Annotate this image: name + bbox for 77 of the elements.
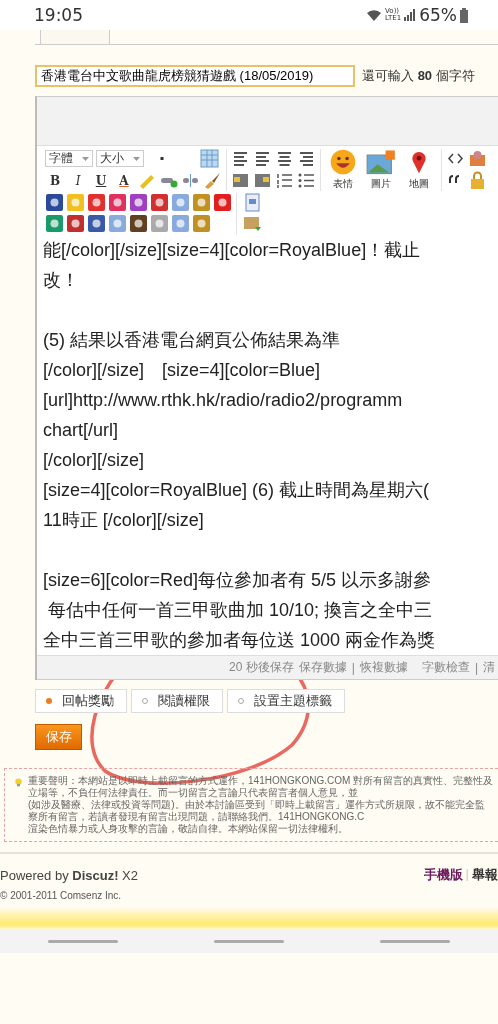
align-icon[interactable] [297, 149, 316, 168]
font-select[interactable]: 字體 [45, 150, 93, 167]
caret-icon [82, 156, 89, 161]
italic-button[interactable]: I [68, 171, 88, 190]
media-tile-icon[interactable] [108, 214, 127, 233]
font-color-button[interactable]: A [114, 171, 134, 190]
document-icon[interactable] [243, 193, 262, 212]
media-tile-icon[interactable] [45, 193, 64, 212]
editor-text-line: (5) 結果以香港電台網頁公佈結果為準 [43, 330, 340, 350]
separator: | [474, 660, 478, 675]
editor-text-line: [/color][/size] [size=4][color=Blue] [43, 360, 321, 380]
insert-button[interactable]: 表情 [325, 149, 361, 191]
image-icon [366, 149, 396, 175]
nav-bar-handle[interactable] [48, 939, 118, 943]
copyright-text: © 2001-2011 Comsenz Inc. [0, 890, 123, 901]
battery-icon [460, 7, 468, 23]
media-tile-icon[interactable] [192, 193, 211, 212]
media-tile-icon[interactable] [150, 214, 169, 233]
caret-icon [133, 156, 140, 161]
insert-button[interactable]: 地圖 [401, 149, 437, 191]
insert-button[interactable]: 圖片 [363, 149, 399, 191]
battery-percent: 65% [419, 5, 457, 25]
editor-text-line: 全中三首三甲歌的參加者每位送 1000 兩金作為獎 [43, 630, 436, 650]
disclaimer-text: (如涉及醫療、法律或投資等問題)。由於本討論區受到「即時上載留言」運作方式所規限，故不能完全監察所有留言，若讀者發現有留言出現問題，請聯絡我們。141HONGKONG.C [28, 799, 486, 823]
media-tile-icon[interactable] [87, 193, 106, 212]
editor-text-line: 能[/color][/size][size=4][color=RoyalBlue]！截止 [43, 240, 421, 260]
media-tile-icon[interactable] [108, 193, 127, 212]
align-icon[interactable] [231, 149, 250, 168]
align-icon[interactable] [275, 149, 294, 168]
editor-text-line: 每估中任何一首三甲歌曲加 10/10; 換言之全中三 [47, 600, 433, 620]
underline-button[interactable]: U [91, 171, 111, 190]
media-tile-icon[interactable] [192, 214, 211, 233]
editor-text-line: 改！ [43, 270, 79, 290]
media-tile-icon[interactable] [87, 214, 106, 233]
separator: | [351, 660, 355, 675]
bullet-list-icon[interactable] [297, 171, 316, 190]
editor-text-line: [size=6][color=Red]每位參加者有 5/5 以示多謝參 [43, 570, 432, 590]
nav-bar-handle[interactable] [214, 939, 284, 943]
option-tab[interactable]: 設置主題標籤 [227, 689, 345, 713]
media-tile-icon[interactable] [66, 214, 85, 233]
option-tab[interactable]: 回帖獎勵 [35, 689, 127, 713]
map-pin-icon [410, 149, 428, 175]
picture-download-icon[interactable] [243, 214, 262, 233]
size-select[interactable]: 大小 [96, 150, 144, 167]
media-tile-icon[interactable] [213, 193, 232, 212]
wifi-icon [366, 8, 383, 22]
nav-bar-handle[interactable] [380, 939, 450, 943]
footer-link[interactable]: 手機版 [423, 866, 463, 884]
editor-text-line: [size=4][color=RoyalBlue] (6) 截止時間為星期六( [43, 480, 430, 500]
char-counter: 還可輸入 80 個字符 [362, 67, 475, 85]
smiley-icon [330, 149, 356, 175]
footer-link[interactable]: 舉報 [472, 866, 498, 884]
float-left-icon[interactable] [231, 171, 250, 190]
float-right-icon[interactable] [253, 171, 272, 190]
media-tile-icon[interactable] [171, 214, 190, 233]
option-tab[interactable]: 閱讀權限 [131, 689, 223, 713]
disclaimer-text: 渲染色情暴力或人身攻擊的言論，敬請自律。本網站保留一切法律權利。 [28, 823, 350, 835]
media-tile-icon[interactable] [66, 193, 85, 212]
numbered-list-icon[interactable] [275, 171, 294, 190]
clock: 19:05 [34, 5, 84, 25]
bold-button[interactable]: B [45, 171, 65, 190]
editor-text-line: 11時正 [/color][/size] [43, 510, 204, 530]
powered-by-text: Powered by Discuz! X2 [0, 867, 138, 883]
title-field[interactable]: 香港電台中文歌曲龍虎榜競猜遊戲 (18/05/2019) [35, 65, 355, 87]
media-tile-icon[interactable] [45, 214, 64, 233]
editor-text-line: [url]http://www.rthk.hk/radio/radio2/programm [43, 390, 403, 410]
align-icon[interactable] [253, 149, 272, 168]
signal-icon [404, 9, 417, 21]
autosave-note: 20 秒後保存 [229, 659, 294, 676]
editor-text-line: chart[/url] [43, 420, 119, 440]
unlink-icon[interactable] [181, 171, 200, 190]
media-tile-icon[interactable] [129, 214, 148, 233]
media-tile-icon[interactable] [150, 193, 169, 212]
media-tile-icon[interactable] [129, 193, 148, 212]
separator: | [465, 866, 469, 883]
editor-text-line: [/color][/size] [43, 450, 145, 470]
media-tile-icon[interactable] [171, 193, 190, 212]
